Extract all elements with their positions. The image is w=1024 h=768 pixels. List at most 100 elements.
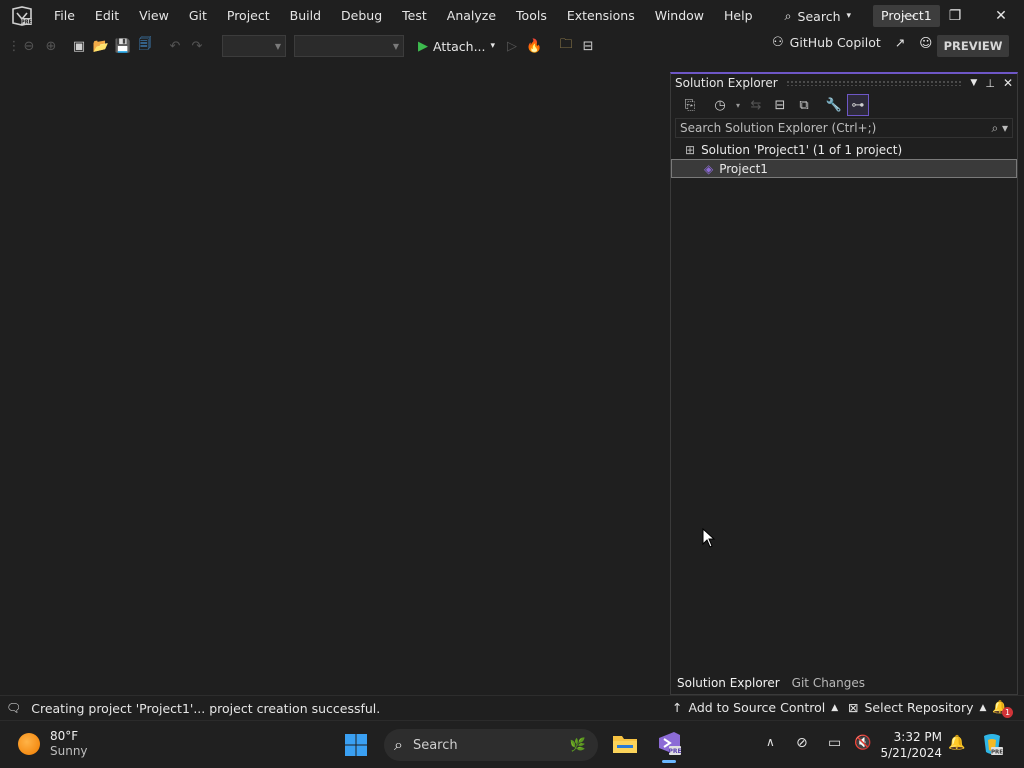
- tab-git-changes[interactable]: Git Changes: [786, 672, 871, 694]
- github-copilot-button[interactable]: ⚇ GitHub Copilot ↗ ☺: [772, 35, 932, 50]
- svg-text:PRE: PRE: [991, 750, 1003, 756]
- menu-item-debug[interactable]: Debug: [331, 0, 392, 32]
- attach-button[interactable]: ▶ Attach... ▾: [412, 39, 501, 54]
- solution-explorer-toolbar: ⎘ ◷ ▾ ⇆ ⊟ ⧉ 🔧 ⊶: [671, 92, 1017, 118]
- volume-muted-icon[interactable]: 🔇: [854, 735, 871, 751]
- menu-item-view[interactable]: View: [129, 0, 179, 32]
- menu-item-project[interactable]: Project: [217, 0, 280, 32]
- select-repository-button[interactable]: ⊠ Select Repository ▲: [848, 700, 986, 715]
- visual-studio-taskbar-icon[interactable]: PRE: [656, 730, 682, 763]
- restore-button[interactable]: ❐: [932, 0, 978, 32]
- taskbar-clock[interactable]: 3:32 PM 5/21/2024: [880, 729, 942, 761]
- panel-grip[interactable]: [785, 80, 963, 86]
- network-offline-icon[interactable]: ⊘: [796, 735, 808, 751]
- notification-bell-icon[interactable]: 🔔: [948, 735, 965, 751]
- menu-item-build[interactable]: Build: [280, 0, 331, 32]
- sync-active-document-icon[interactable]: ⇆: [745, 94, 767, 116]
- solution-explorer-search-input[interactable]: Search Solution Explorer (Ctrl+;) ⌕ ▾: [675, 118, 1013, 138]
- windows-taskbar: 80°F Sunny ⌕ Search 🌿 PRE ∧ ⊘ ▭ 🔇 3:32 P…: [0, 720, 1024, 768]
- search-icon[interactable]: ⌕ ▾: [991, 121, 1008, 136]
- notification-count-badge: 1: [1002, 707, 1013, 718]
- weather-condition: Sunny: [50, 744, 88, 758]
- show-hidden-icons-icon[interactable]: ∧: [766, 735, 775, 749]
- configuration-dropdown[interactable]: ▼: [222, 35, 286, 57]
- redo-icon[interactable]: ↷: [186, 35, 208, 57]
- restore-icon: ❐: [948, 8, 962, 24]
- switch-views-icon[interactable]: ⎘: [679, 94, 701, 116]
- open-file-icon[interactable]: 📂: [90, 35, 112, 57]
- close-button[interactable]: ✕: [978, 0, 1024, 32]
- menu-item-file[interactable]: File: [44, 0, 85, 32]
- tree-item-project[interactable]: ◈ Project1: [671, 159, 1017, 178]
- search-button[interactable]: ⌕ Search ▾: [773, 0, 864, 32]
- title-bar: PRE File Edit View Git Project Build Debug Test…: [0, 0, 1024, 32]
- search-icon: ⌕: [394, 735, 403, 754]
- arrow-up-icon: ↑: [672, 700, 683, 715]
- close-icon: ✕: [995, 8, 1007, 24]
- editor-area[interactable]: [0, 64, 668, 695]
- visual-studio-logo-icon: PRE: [0, 0, 44, 32]
- windows-start-icon[interactable]: [344, 733, 368, 760]
- repository-icon: ⊠: [848, 700, 859, 715]
- chevron-up-icon: ▲: [979, 702, 987, 713]
- display-icon[interactable]: ▭: [828, 735, 841, 751]
- menu-item-analyze[interactable]: Analyze: [437, 0, 506, 32]
- preview-selected-items-icon[interactable]: ⊶: [847, 94, 869, 116]
- save-icon[interactable]: 💾: [112, 35, 134, 57]
- open-folder-icon[interactable]: 🗀: [555, 35, 577, 57]
- minimize-icon: —: [902, 8, 916, 24]
- menu-item-help[interactable]: Help: [714, 0, 763, 32]
- weather-widget[interactable]: 80°F Sunny: [18, 729, 88, 759]
- temperature: 80°F: [50, 729, 79, 743]
- menu-item-window[interactable]: Window: [645, 0, 714, 32]
- mouse-cursor-icon: [702, 527, 716, 551]
- file-explorer-icon[interactable]: [612, 731, 638, 758]
- properties-icon[interactable]: 🔧: [823, 94, 845, 116]
- dropdown-icon[interactable]: ▼: [970, 78, 977, 88]
- feedback-icon[interactable]: ☺: [919, 35, 932, 50]
- clock-date: 5/21/2024: [880, 746, 942, 760]
- svg-text:PRE: PRE: [21, 20, 33, 26]
- menu-item-tools[interactable]: Tools: [506, 0, 557, 32]
- share-icon[interactable]: ↗: [895, 35, 905, 50]
- clock-time: 3:32 PM: [893, 730, 942, 744]
- platform-dropdown[interactable]: ▼: [294, 35, 404, 57]
- tab-solution-explorer[interactable]: Solution Explorer: [671, 672, 786, 694]
- menu-item-git[interactable]: Git: [179, 0, 217, 32]
- chevron-down-icon: ▼: [274, 41, 281, 51]
- undo-icon[interactable]: ↶: [164, 35, 186, 57]
- pending-changes-filter-icon[interactable]: ◷: [709, 94, 731, 116]
- add-to-source-control-button[interactable]: ↑ Add to Source Control ▲: [672, 700, 838, 715]
- save-all-icon[interactable]: 🗐: [134, 35, 156, 57]
- toolbar-grip-icon: ⋮: [7, 38, 21, 54]
- close-icon[interactable]: ✕: [1003, 76, 1013, 90]
- notifications-button[interactable]: 🔔 1: [992, 699, 1013, 718]
- navigate-back-icon[interactable]: ⊖: [18, 35, 40, 57]
- copilot-taskbar-icon[interactable]: PRE: [980, 732, 1004, 759]
- new-project-icon[interactable]: ▣: [68, 35, 90, 57]
- preview-badge[interactable]: PREVIEW: [937, 35, 1009, 57]
- chevron-down-icon[interactable]: ▾: [733, 94, 743, 116]
- show-all-files-icon[interactable]: ⧉: [793, 94, 815, 116]
- layout-icon[interactable]: ⊟: [577, 35, 599, 57]
- minimize-button[interactable]: —: [886, 0, 932, 32]
- menu-item-edit[interactable]: Edit: [85, 0, 129, 32]
- chevron-up-icon: ▲: [831, 702, 839, 713]
- pin-icon[interactable]: ⊥: [985, 77, 995, 90]
- menu-item-extensions[interactable]: Extensions: [557, 0, 645, 32]
- hot-reload-icon[interactable]: 🔥: [523, 35, 545, 57]
- search-highlight-icon: 🌿: [569, 737, 586, 753]
- active-app-indicator: [662, 760, 676, 763]
- taskbar-search-input[interactable]: ⌕ Search 🌿: [384, 729, 598, 761]
- svg-text:PRE: PRE: [668, 748, 681, 755]
- navigate-forward-icon[interactable]: ⊕: [40, 35, 62, 57]
- solution-explorer-header: Solution Explorer ▼ ⊥ ✕: [671, 74, 1017, 92]
- output-icon[interactable]: 🗨: [6, 701, 21, 715]
- chevron-down-icon: ▼: [392, 41, 399, 51]
- menu-item-test[interactable]: Test: [392, 0, 437, 32]
- tree-item-solution[interactable]: ⊞ Solution 'Project1' (1 of 1 project): [671, 140, 1017, 159]
- solution-explorer-tabs: Solution Explorer Git Changes: [671, 672, 1017, 694]
- collapse-all-icon[interactable]: ⊟: [769, 94, 791, 116]
- start-without-debugging-icon[interactable]: ▷: [501, 35, 523, 57]
- project-icon: ◈: [704, 161, 714, 176]
